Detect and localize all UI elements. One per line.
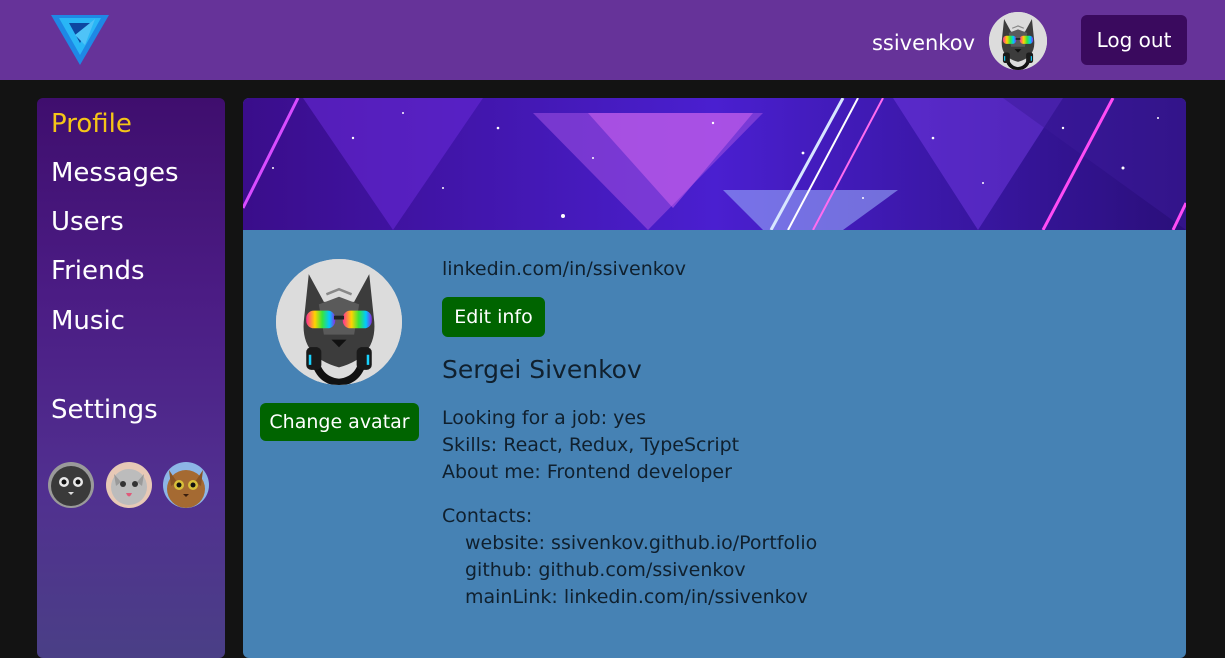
contact-mainlink[interactable]: mainLink: linkedin.com/in/ssivenkov: [465, 584, 808, 611]
edit-info-button[interactable]: Edit info: [442, 297, 545, 337]
profile-avatar: [276, 259, 402, 385]
friend-avatar[interactable]: [163, 462, 209, 508]
friend-avatar[interactable]: [48, 462, 94, 508]
logout-button[interactable]: Log out: [1081, 15, 1187, 65]
contact-website[interactable]: website: ssivenkov.github.io/Portfolio: [465, 530, 817, 557]
profile-name: Sergei Sivenkov: [442, 355, 642, 384]
header-username: ssivenkov: [871, 31, 975, 55]
profile-content: Change avatar linkedin.com/in/ssivenkov …: [243, 98, 1186, 658]
cat-avatar-icon: [276, 259, 402, 385]
top-header: ssivenkov Log out: [0, 0, 1225, 80]
sidebar-item-messages[interactable]: Messages: [51, 157, 179, 189]
cat-photo-icon: [163, 462, 209, 508]
profile-link[interactable]: linkedin.com/in/ssivenkov: [442, 256, 686, 283]
friend-avatar[interactable]: [106, 462, 152, 508]
skills-text: Skills: React, Redux, TypeScript: [442, 434, 740, 456]
contact-github[interactable]: github: github.com/ssivenkov: [465, 557, 746, 584]
header-avatar[interactable]: [989, 12, 1047, 70]
sidebar-item-users[interactable]: Users: [51, 206, 124, 238]
cat-photo-icon: [48, 462, 94, 508]
change-avatar-button[interactable]: Change avatar: [260, 403, 419, 441]
about-text: About me: Frontend developer: [442, 461, 732, 483]
job-status: Looking for a job: yes: [442, 407, 647, 429]
sidebar-item-music[interactable]: Music: [51, 305, 125, 337]
triangle-logo-icon[interactable]: [51, 15, 109, 67]
sidebar-item-friends[interactable]: Friends: [51, 255, 145, 287]
sidebar-item-settings[interactable]: Settings: [51, 394, 158, 426]
cat-avatar-icon: [989, 12, 1047, 70]
profile-banner: [243, 98, 1186, 230]
cat-photo-icon: [106, 462, 152, 508]
sidebar-item-profile[interactable]: Profile: [51, 108, 132, 140]
sidebar: Profile Messages Users Friends Music Set…: [37, 98, 225, 658]
contacts-heading: Contacts:: [442, 505, 533, 527]
